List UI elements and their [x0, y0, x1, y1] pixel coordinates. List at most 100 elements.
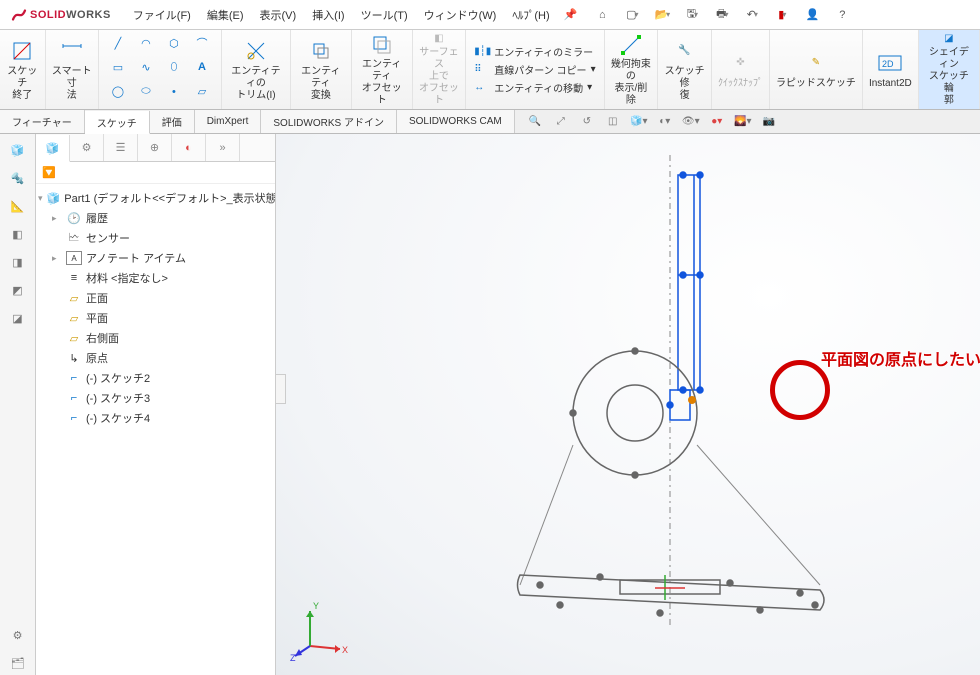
gutter-assy-icon[interactable]: 🔩	[6, 166, 30, 190]
offset-surface-label: サーフェス 上で オフセット	[419, 47, 460, 107]
move-entities-button[interactable]: ↔エンティティの移動▾	[474, 80, 595, 95]
sensor-icon: 🗠	[66, 231, 82, 245]
tab-addins[interactable]: SOLIDWORKS アドイン	[261, 110, 397, 133]
text-tool-icon[interactable]: A	[191, 58, 213, 76]
undo-icon[interactable]: ↶	[741, 4, 763, 26]
prev-view-icon[interactable]: ↺	[577, 113, 597, 131]
linear-pattern-icon: ⠿	[474, 64, 490, 75]
gutter-hide-icon[interactable]: ◪	[6, 306, 30, 330]
orientation-triad[interactable]: X Y Z	[290, 591, 360, 661]
plane-icon: ▱	[66, 331, 82, 345]
ribbon: スケッチ 終了 スマート寸 法 ╱ ▭ ◯ ◠ ∿ ⬭ ⬡ ⬯ • ⌒ A ▱ …	[0, 30, 980, 110]
ellipse-tool-icon[interactable]: ⬯	[163, 58, 185, 76]
mirror-entities-button[interactable]: ▮┆▮エンティティのミラー	[474, 44, 595, 59]
offset-icon	[369, 33, 395, 57]
menu-file[interactable]: ファイル(F)	[125, 3, 199, 27]
rect-tool-icon[interactable]: ▭	[107, 58, 129, 76]
home-icon[interactable]: ⌂	[591, 4, 613, 26]
menu-edit[interactable]: 編集(E)	[199, 3, 252, 27]
tree-filter-row[interactable]: 🔽	[36, 162, 275, 184]
trim-label: エンティティの トリム(I)	[228, 66, 284, 102]
line-tool-icon[interactable]: ╱	[107, 34, 129, 52]
fillet-tool-icon[interactable]: ⌒	[191, 34, 213, 52]
tree-sensors[interactable]: 🗠センサー	[38, 228, 273, 248]
linear-pattern-button[interactable]: ⠿直線パターン コピー▾	[474, 62, 595, 77]
spline-tool-icon[interactable]: ∿	[135, 58, 157, 76]
tree-tab-pm-icon[interactable]: ⚙	[70, 134, 104, 161]
material-icon: ≡	[66, 271, 82, 285]
hide-show-icon[interactable]: 👁▾	[681, 113, 701, 131]
render-icon[interactable]: 📷	[759, 113, 779, 131]
gutter-drw-icon[interactable]: 📐	[6, 194, 30, 218]
tree-sketch2[interactable]: ⌐(-) スケッチ2	[38, 368, 273, 388]
zoom-fit-icon[interactable]: 🔍	[525, 113, 545, 131]
gutter-iso-icon[interactable]: ◨	[6, 250, 30, 274]
graphics-viewport[interactable]: 平面図の原点にしたい場所をクリック X Y Z	[276, 134, 980, 675]
instant2d-button[interactable]: 2D Instant2D	[863, 30, 919, 109]
appearance-icon[interactable]: ●▾	[707, 113, 727, 131]
trim-entities-button[interactable]: エンティティの トリム(I)	[222, 30, 291, 109]
tab-sketch[interactable]: スケッチ	[85, 111, 150, 134]
orient-icon[interactable]: 🧊▾	[629, 113, 649, 131]
tree-front-plane[interactable]: ▱正面	[38, 288, 273, 308]
convert-entities-button[interactable]: エンティティ 変換	[291, 30, 352, 109]
tree-root[interactable]: ▾🧊Part1 (デフォルト<<デフォルト>_表示状態 1>	[38, 188, 273, 208]
tab-features[interactable]: フィーチャー	[0, 110, 85, 133]
repair-sketch-button[interactable]: 🔧 スケッチ修 復	[658, 30, 712, 109]
tree-history[interactable]: ▸🕑履歴	[38, 208, 273, 228]
menu-tool[interactable]: ツール(T)	[353, 3, 416, 27]
rapid-sketch-button[interactable]: ✎ ラピッドスケッチ	[770, 30, 863, 109]
tab-evaluate[interactable]: 評価	[150, 110, 195, 133]
circle-tool-icon[interactable]: ◯	[107, 83, 129, 101]
tree-tab-dim-icon[interactable]: ⊕	[138, 134, 172, 161]
pin-icon[interactable]: 📌	[564, 8, 578, 21]
tree-right-plane[interactable]: ▱右側面	[38, 328, 273, 348]
tree-tab-more-icon[interactable]: »	[206, 134, 240, 161]
tab-cam[interactable]: SOLIDWORKS CAM	[397, 110, 515, 133]
print-icon[interactable]: 🖶	[711, 4, 733, 26]
offset-entities-button[interactable]: エンティティ オフセット	[352, 30, 413, 109]
arc-tool-icon[interactable]: ◠	[135, 34, 157, 52]
scene-icon[interactable]: 🌄▾	[733, 113, 753, 131]
help-icon[interactable]: ?	[831, 4, 853, 26]
tree-origin-label: 原点	[86, 350, 108, 366]
gutter-disp-icon[interactable]: 🗂	[6, 651, 30, 675]
user-icon[interactable]: 👤	[801, 4, 823, 26]
smart-dimension-button[interactable]: スマート寸 法	[46, 30, 99, 109]
gutter-cube-icon[interactable]: ◧	[6, 222, 30, 246]
tree-material[interactable]: ≡材料 <指定なし>	[38, 268, 273, 288]
menu-help[interactable]: ﾍﾙﾌﾟ(H)	[504, 3, 557, 27]
menu-insert[interactable]: 挿入(I)	[304, 3, 352, 27]
new-icon[interactable]: ▢	[621, 4, 643, 26]
save-icon[interactable]: 🖫	[681, 4, 703, 26]
splitter-handle[interactable]	[276, 374, 286, 404]
menu-view[interactable]: 表示(V)	[252, 3, 305, 27]
dimension-icon	[59, 38, 85, 64]
tree-annotations[interactable]: ▸Aアノテート アイテム	[38, 248, 273, 268]
tree-tab-feature-icon[interactable]: 🧊	[36, 135, 70, 162]
polygon-tool-icon[interactable]: ⬡	[163, 34, 185, 52]
tree-top-plane[interactable]: ▱平面	[38, 308, 273, 328]
section-icon[interactable]: ◫	[603, 113, 623, 131]
display-style-icon[interactable]: ◐▾	[655, 113, 675, 131]
tree-sketch3[interactable]: ⌐(-) スケッチ3	[38, 388, 273, 408]
sketch-icon: ⌐	[66, 391, 82, 405]
gutter-part-icon[interactable]: 🧊	[6, 138, 30, 162]
zoom-area-icon[interactable]: ⤢	[551, 113, 571, 131]
tree-origin[interactable]: ↳原点	[38, 348, 273, 368]
open-icon[interactable]: 📂	[651, 4, 673, 26]
tree-tab-appearance-icon[interactable]: ◐	[172, 134, 206, 161]
slot-tool-icon[interactable]: ⬭	[135, 83, 157, 101]
tree-tab-config-icon[interactable]: ☰	[104, 134, 138, 161]
plane-tool-icon[interactable]: ▱	[191, 83, 213, 101]
display-delete-relations-button[interactable]: 幾何拘束の 表示/削除	[605, 30, 659, 109]
tree-sketch4[interactable]: ⌐(-) スケッチ4	[38, 408, 273, 428]
point-tool-icon[interactable]: •	[163, 83, 185, 101]
gutter-conf-icon[interactable]: ⚙	[6, 623, 30, 647]
options-icon[interactable]: ▮	[771, 4, 793, 26]
menu-window[interactable]: ウィンドウ(W)	[416, 3, 505, 27]
exit-sketch-button[interactable]: スケッチ 終了	[0, 30, 46, 109]
gutter-sec-icon[interactable]: ◩	[6, 278, 30, 302]
shaded-contour-button[interactable]: ◪ シェイディン スケッチ輪 郭	[919, 30, 980, 109]
tab-dimxpert[interactable]: DimXpert	[195, 110, 262, 133]
